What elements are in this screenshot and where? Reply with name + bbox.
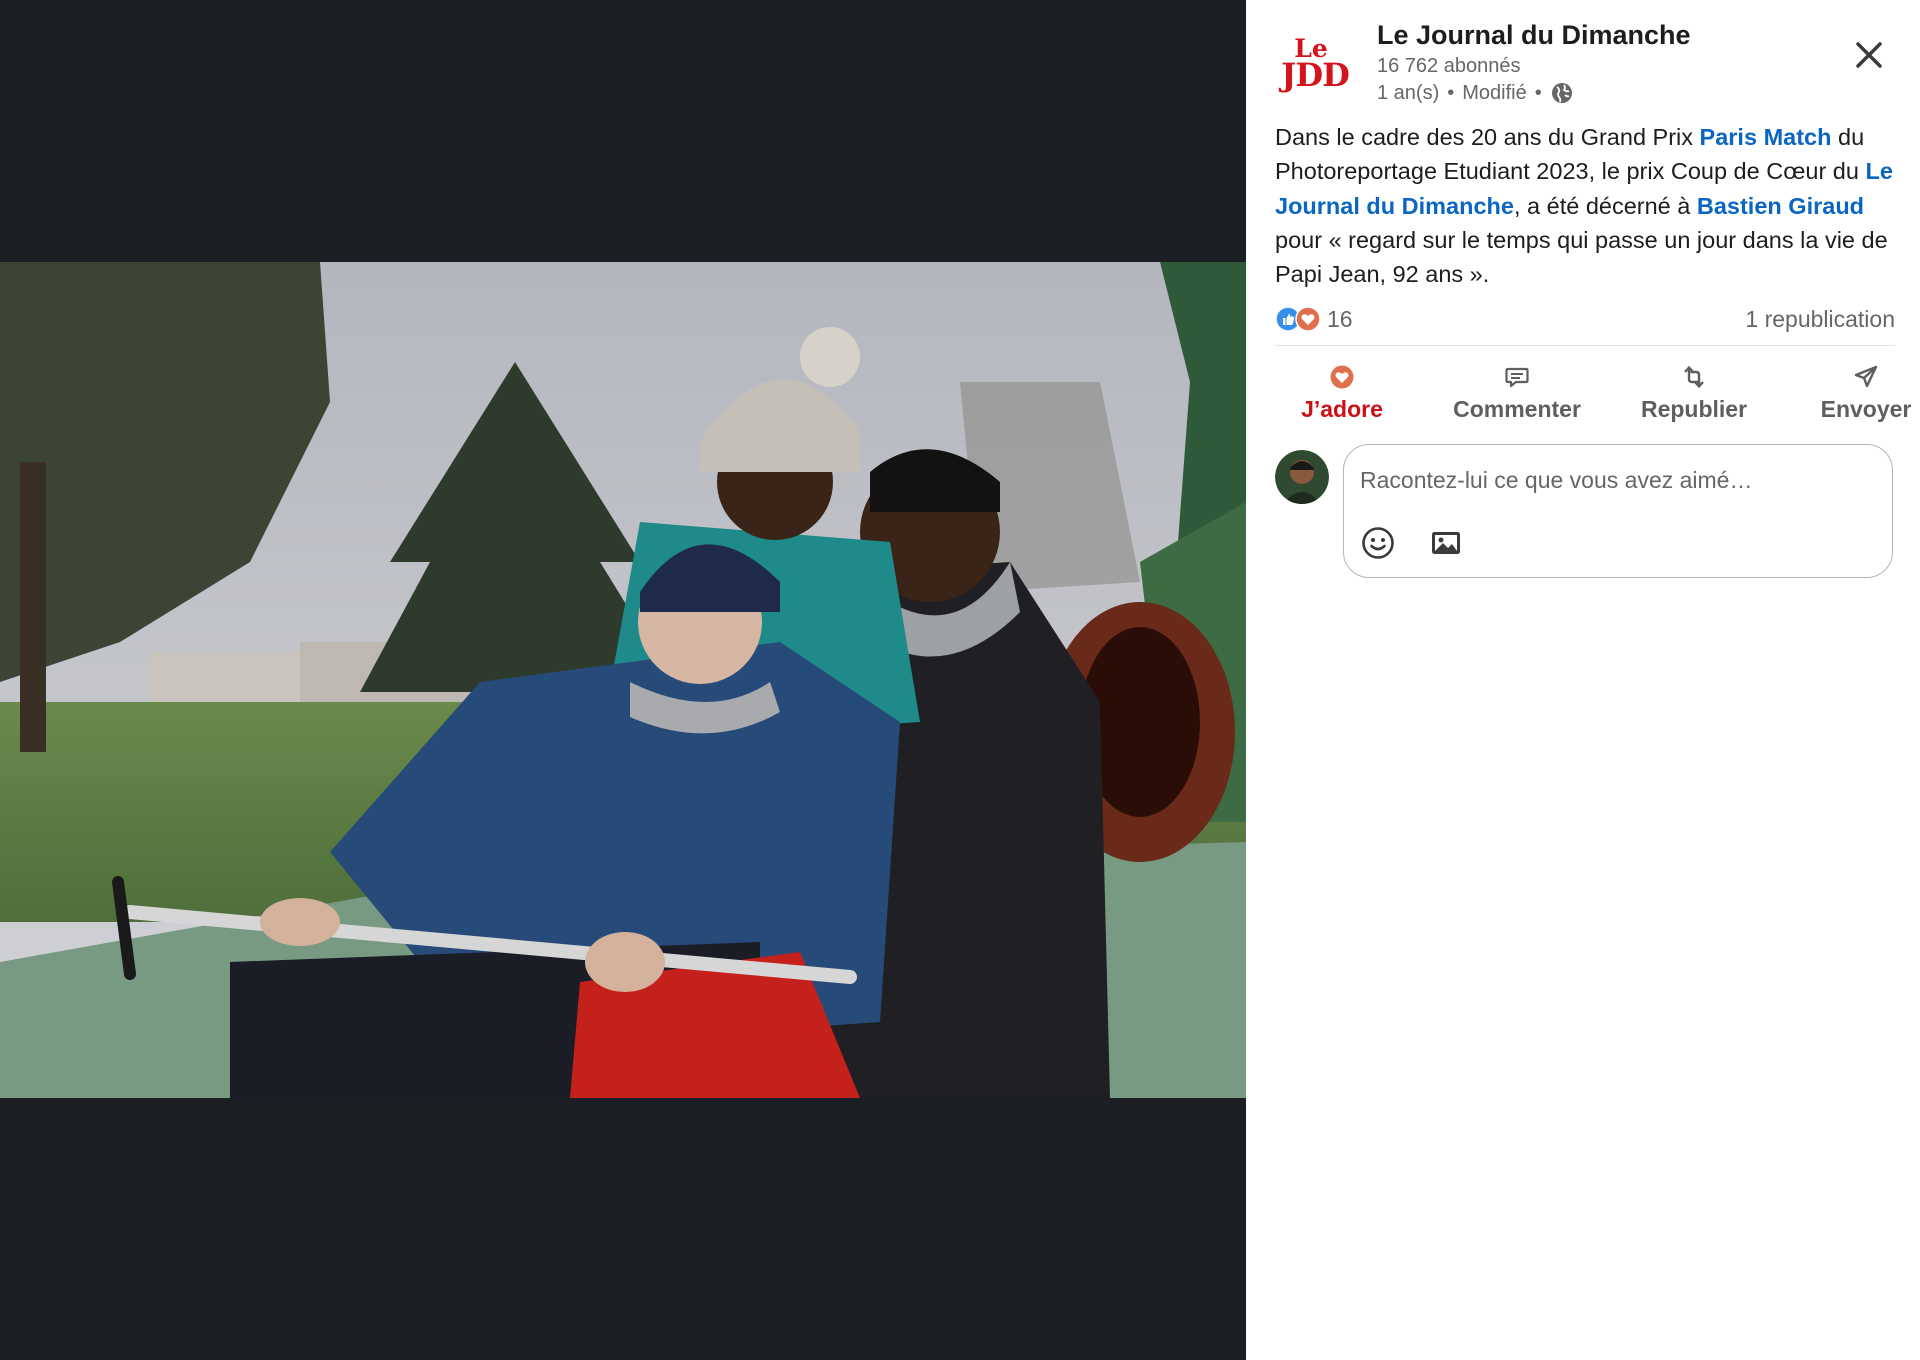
close-icon bbox=[1856, 42, 1882, 68]
post-photo[interactable] bbox=[0, 262, 1246, 1098]
avatar[interactable] bbox=[1275, 450, 1329, 504]
reactions-summary[interactable] bbox=[1275, 306, 1321, 332]
mention-paris-match[interactable]: Paris Match bbox=[1700, 124, 1832, 150]
repost-button[interactable]: Republier bbox=[1632, 355, 1756, 431]
image-icon bbox=[1432, 532, 1460, 554]
love-label: J’adore bbox=[1301, 395, 1383, 422]
company-name[interactable]: Le Journal du Dimanche bbox=[1377, 20, 1691, 51]
edited-label: Modifié bbox=[1462, 81, 1527, 104]
repost-icon bbox=[1684, 365, 1704, 388]
repost-count[interactable]: 1 republication bbox=[1745, 306, 1895, 333]
comment-button[interactable]: Commenter bbox=[1444, 355, 1590, 431]
post-header: Le JDD Le Journal du Dimanche 16 762 abo… bbox=[1246, 0, 1920, 118]
meta-separator: • bbox=[1534, 81, 1542, 104]
image-button[interactable] bbox=[1428, 525, 1464, 561]
post-detail-panel: Le JDD Le Journal du Dimanche 16 762 abo… bbox=[1246, 0, 1920, 1360]
comment-composer bbox=[1275, 444, 1895, 582]
comment-icon bbox=[1505, 367, 1529, 387]
heart-icon bbox=[1330, 365, 1354, 388]
send-icon bbox=[1854, 365, 1878, 387]
media-viewer bbox=[0, 0, 1246, 1360]
reaction-count[interactable]: 16 bbox=[1327, 306, 1353, 333]
text-segment: pour « regard sur le temps qui passe un … bbox=[1275, 226, 1888, 288]
globe-icon bbox=[1551, 83, 1572, 103]
logo-text-jdd: JDD bbox=[1281, 56, 1350, 94]
text-segment: , a été décerné à bbox=[1513, 192, 1697, 219]
post-age: 1 an(s) bbox=[1377, 81, 1440, 104]
emoji-icon bbox=[1362, 527, 1394, 559]
emoji-button[interactable] bbox=[1360, 525, 1396, 561]
social-counts: 16 1 republication bbox=[1275, 302, 1895, 336]
post-actions: J’adore Commenter Republier Envoyer bbox=[1246, 355, 1920, 431]
divider bbox=[1275, 345, 1895, 346]
post-meta: 1 an(s) • Modifié • bbox=[1377, 81, 1574, 105]
repost-label: Republier bbox=[1640, 395, 1748, 422]
close-button[interactable] bbox=[1846, 32, 1892, 78]
follower-count: 16 762 abonnés bbox=[1377, 55, 1521, 77]
love-button[interactable]: J’adore bbox=[1282, 355, 1402, 431]
love-reaction-icon bbox=[1295, 306, 1321, 332]
comment-label: Commenter bbox=[1453, 395, 1581, 422]
send-button[interactable]: Envoyer bbox=[1812, 355, 1920, 431]
text-segment: Dans le cadre des 20 ans du Grand Prix bbox=[1275, 124, 1700, 150]
mention-bastien-giraud[interactable]: Bastien Giraud bbox=[1697, 193, 1864, 219]
post-text: Dans le cadre des 20 ans du Grand Prix P… bbox=[1275, 120, 1895, 291]
comment-input[interactable] bbox=[1360, 463, 1860, 497]
send-label: Envoyer bbox=[1820, 395, 1912, 422]
comment-box bbox=[1343, 444, 1893, 578]
meta-separator: • bbox=[1447, 81, 1455, 104]
company-logo[interactable]: Le JDD bbox=[1276, 36, 1354, 96]
